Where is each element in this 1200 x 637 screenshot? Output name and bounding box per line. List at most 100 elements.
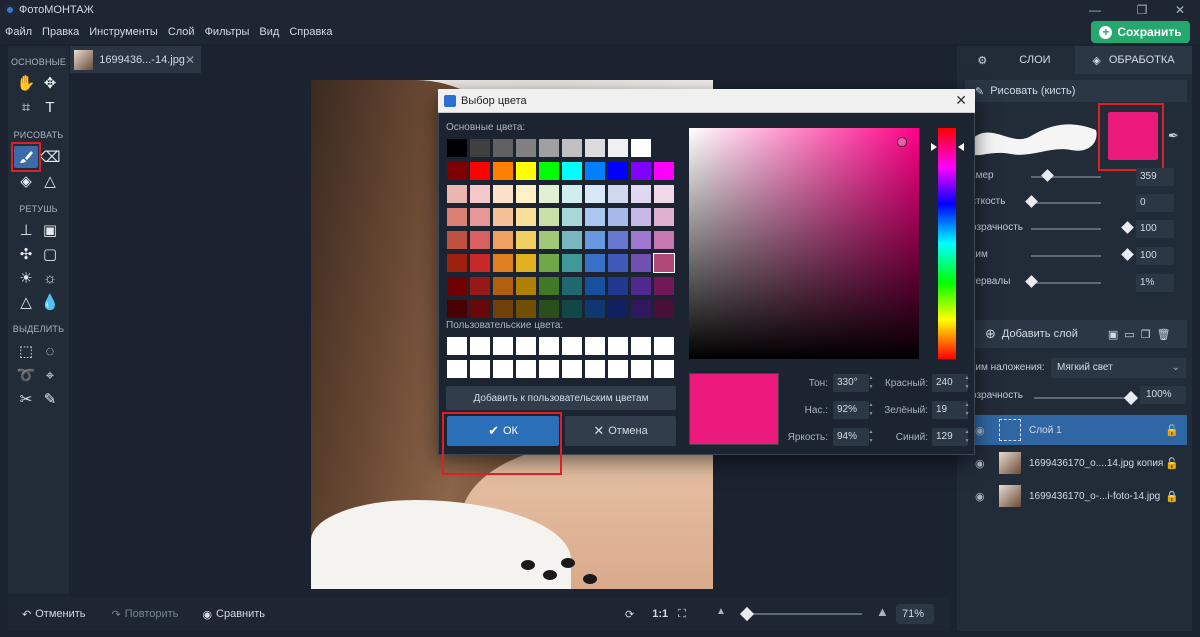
- duplicate-icon[interactable]: ❐: [1141, 328, 1151, 341]
- custom-color-cell[interactable]: [539, 337, 559, 355]
- custom-color-cell[interactable]: [654, 337, 674, 355]
- visibility-eye-icon[interactable]: ◉: [975, 424, 989, 437]
- undo-button[interactable]: ↶ Отменить: [22, 608, 85, 621]
- menu-view[interactable]: Вид: [254, 26, 284, 38]
- basic-color-cell[interactable]: [447, 185, 467, 203]
- eraser-icon[interactable]: ⌫: [38, 146, 62, 168]
- basic-color-cell[interactable]: [631, 277, 651, 295]
- frame-icon[interactable]: ▢: [38, 243, 62, 265]
- sv-cursor[interactable]: [897, 137, 907, 147]
- rotate-button[interactable]: ⟳: [625, 608, 634, 621]
- tab-layers[interactable]: ⚙ СЛОИ: [957, 46, 1071, 74]
- eyedropper-icon[interactable]: ✒: [1168, 128, 1179, 144]
- poly-lasso-icon[interactable]: ⌖: [38, 364, 62, 386]
- custom-color-cell[interactable]: [516, 337, 536, 355]
- param-opacity-knob[interactable]: [1121, 221, 1134, 234]
- healing-icon[interactable]: ✣: [14, 243, 38, 265]
- basic-color-cell[interactable]: [608, 231, 628, 249]
- layer-row[interactable]: ◉ 1699436170_o-...i-foto-14.jpg 🔒: [971, 481, 1187, 511]
- basic-color-cell[interactable]: [608, 162, 628, 180]
- unlock-icon[interactable]: 🔓: [1165, 424, 1179, 437]
- param-opacity-value[interactable]: 100: [1136, 220, 1174, 238]
- ellipse-select-icon[interactable]: ◌: [38, 340, 62, 362]
- basic-color-cell[interactable]: [631, 208, 651, 226]
- red-spinner[interactable]: ▲ ▼: [963, 374, 971, 392]
- visibility-eye-icon[interactable]: ◉: [975, 490, 989, 503]
- basic-color-cell[interactable]: [493, 162, 513, 180]
- custom-color-cell[interactable]: [493, 337, 513, 355]
- close-tab-icon[interactable]: ✕: [185, 53, 195, 67]
- mask-icon[interactable]: ▣: [1108, 328, 1118, 341]
- basic-color-cell[interactable]: [516, 139, 536, 157]
- blur-drop-icon[interactable]: 💧: [38, 291, 62, 313]
- minimize-icon[interactable]: —: [1075, 0, 1115, 20]
- custom-color-cell[interactable]: [516, 360, 536, 378]
- custom-color-cell[interactable]: [539, 360, 559, 378]
- custom-color-cell[interactable]: [608, 337, 628, 355]
- basic-color-cell[interactable]: [585, 208, 605, 226]
- actual-size-button[interactable]: 1:1: [652, 608, 668, 620]
- basic-color-cell[interactable]: [447, 300, 467, 318]
- add-layer-icon[interactable]: ⊕: [985, 326, 996, 342]
- sat-spinner[interactable]: ▲ ▼: [867, 401, 875, 419]
- hue-input[interactable]: 330°: [833, 374, 869, 392]
- basic-color-cell[interactable]: [516, 162, 536, 180]
- param-hardness-knob[interactable]: [1025, 195, 1038, 208]
- basic-color-cell[interactable]: [493, 254, 513, 272]
- basic-color-cell[interactable]: [654, 231, 674, 249]
- brightness-input[interactable]: 94%: [833, 428, 869, 446]
- custom-color-cell[interactable]: [585, 360, 605, 378]
- basic-color-cell[interactable]: [470, 162, 490, 180]
- layer-opacity-slider[interactable]: [1034, 397, 1130, 399]
- close-window-icon[interactable]: ✕: [1160, 0, 1200, 20]
- blend-mode-select[interactable]: Мягкий свет ⌄: [1051, 358, 1186, 378]
- param-pressure-slider[interactable]: [1031, 255, 1101, 257]
- hue-arrow-right-icon[interactable]: [958, 143, 964, 151]
- basic-color-cell[interactable]: [562, 254, 582, 272]
- crop-icon[interactable]: ⌗: [14, 96, 38, 118]
- sharpen-icon[interactable]: △: [14, 291, 38, 313]
- custom-color-cell[interactable]: [631, 337, 651, 355]
- custom-color-cell[interactable]: [447, 337, 467, 355]
- basic-color-cell[interactable]: [539, 185, 559, 203]
- basic-color-cell[interactable]: [447, 231, 467, 249]
- custom-color-cell[interactable]: [447, 360, 467, 378]
- basic-color-cell[interactable]: [516, 208, 536, 226]
- basic-color-cell[interactable]: [447, 277, 467, 295]
- folder-icon[interactable]: ▭: [1124, 328, 1134, 341]
- basic-color-cell[interactable]: [631, 139, 651, 157]
- param-hardness-slider[interactable]: [1031, 202, 1101, 204]
- param-pressure-knob[interactable]: [1121, 248, 1134, 261]
- param-size-value[interactable]: 359: [1136, 168, 1174, 186]
- magic-wand-icon[interactable]: ✎: [38, 388, 62, 410]
- basic-color-cell[interactable]: [608, 277, 628, 295]
- basic-color-cell[interactable]: [562, 277, 582, 295]
- basic-color-cell[interactable]: [585, 139, 605, 157]
- basic-color-cell[interactable]: [470, 139, 490, 157]
- lock-icon[interactable]: 🔒: [1165, 490, 1179, 503]
- basic-color-cell[interactable]: [470, 277, 490, 295]
- redo-button[interactable]: ↷ Повторить: [111, 608, 178, 621]
- basic-color-cell[interactable]: [539, 300, 559, 318]
- basic-color-cell[interactable]: [516, 254, 536, 272]
- custom-color-cell[interactable]: [608, 360, 628, 378]
- basic-color-cell[interactable]: [608, 139, 628, 157]
- param-size-knob[interactable]: [1041, 169, 1054, 182]
- hue-arrow-left-icon[interactable]: [931, 143, 937, 151]
- document-tab[interactable]: 1699436...-14.jpg ✕: [70, 46, 201, 73]
- rect-select-icon[interactable]: ⬚: [14, 340, 38, 362]
- custom-color-cell[interactable]: [654, 360, 674, 378]
- basic-color-cell[interactable]: [470, 254, 490, 272]
- param-pressure-value[interactable]: 100: [1136, 247, 1174, 265]
- basic-color-cell[interactable]: [654, 208, 674, 226]
- menu-filters[interactable]: Фильтры: [200, 26, 255, 38]
- basic-color-cell[interactable]: [493, 185, 513, 203]
- menu-edit[interactable]: Правка: [37, 26, 84, 38]
- basic-color-cell[interactable]: [585, 254, 605, 272]
- basic-color-cell[interactable]: [447, 162, 467, 180]
- basic-color-cell[interactable]: [493, 231, 513, 249]
- add-custom-color-button[interactable]: Добавить к пользовательским цветам: [446, 386, 676, 410]
- basic-color-cell[interactable]: [562, 162, 582, 180]
- basic-color-cell[interactable]: [608, 185, 628, 203]
- shapes-icon[interactable]: △: [38, 170, 62, 192]
